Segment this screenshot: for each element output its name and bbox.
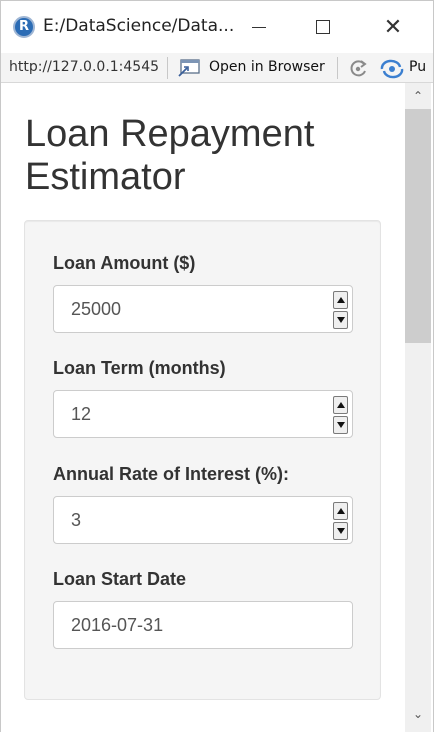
app-window: R E:/DataScience/Data... ✕ http://127.0.… xyxy=(0,0,434,732)
open-in-browser-button[interactable]: Open in Browser xyxy=(209,59,325,75)
start-date-input[interactable]: 2016-07-31 xyxy=(53,601,353,649)
loan-term-spinner[interactable] xyxy=(333,396,348,434)
maximize-button[interactable] xyxy=(301,9,345,45)
refresh-icon[interactable] xyxy=(347,58,369,80)
up-arrow-icon xyxy=(336,508,345,514)
viewer-toolbar: http://127.0.0.1:4545 Open in Browser Pu xyxy=(1,53,433,83)
scrollbar-thumb[interactable] xyxy=(405,109,431,343)
up-arrow-icon xyxy=(336,402,345,408)
loan-amount-label: Loan Amount ($) xyxy=(53,253,196,273)
maximize-icon xyxy=(316,20,330,34)
minimize-icon xyxy=(252,26,266,28)
publish-button[interactable]: Pu xyxy=(409,59,426,75)
scroll-down-icon[interactable]: ⌄ xyxy=(411,707,425,721)
r-logo-icon: R xyxy=(13,16,35,38)
loan-amount-input[interactable]: 25000 xyxy=(53,285,353,333)
loan-amount-spinner[interactable] xyxy=(333,291,348,329)
toolbar-divider xyxy=(167,57,168,79)
vertical-scrollbar[interactable]: ⌃ ⌄ xyxy=(405,83,431,732)
scroll-up-icon[interactable]: ⌃ xyxy=(411,89,425,103)
start-date-value: 2016-07-31 xyxy=(71,615,164,635)
up-arrow-icon xyxy=(336,297,345,303)
loan-term-label: Loan Term (months) xyxy=(53,358,226,378)
close-button[interactable]: ✕ xyxy=(371,9,415,45)
url-display: http://127.0.0.1:4545 xyxy=(9,59,160,75)
decrement-button[interactable] xyxy=(333,416,348,434)
page-title: Loan Repayment Estimator xyxy=(25,113,315,198)
title-bar[interactable]: R E:/DataScience/Data... ✕ xyxy=(1,1,433,53)
open-in-browser-icon[interactable] xyxy=(177,59,201,77)
minimize-button[interactable] xyxy=(237,9,281,45)
increment-button[interactable] xyxy=(333,291,348,309)
down-arrow-icon xyxy=(336,422,345,428)
toolbar-divider xyxy=(337,57,338,79)
down-arrow-icon xyxy=(336,528,345,534)
decrement-button[interactable] xyxy=(333,522,348,540)
loan-amount-value: 25000 xyxy=(71,299,122,319)
close-icon: ✕ xyxy=(383,14,403,40)
input-panel: Loan Amount ($) 25000 Loan Term (months)… xyxy=(24,220,381,700)
increment-button[interactable] xyxy=(333,502,348,520)
publish-icon[interactable] xyxy=(379,59,405,79)
loan-term-input[interactable]: 12 xyxy=(53,390,353,438)
app-viewport: Loan Repayment Estimator Loan Amount ($)… xyxy=(1,83,433,732)
interest-rate-input[interactable]: 3 xyxy=(53,496,353,544)
loan-term-value: 12 xyxy=(71,404,92,424)
decrement-button[interactable] xyxy=(333,311,348,329)
interest-rate-value: 3 xyxy=(71,510,82,530)
interest-rate-label: Annual Rate of Interest (%): xyxy=(53,464,290,484)
window-title: E:/DataScience/Data... xyxy=(43,16,235,36)
start-date-label: Loan Start Date xyxy=(53,569,187,589)
down-arrow-icon xyxy=(336,317,345,323)
increment-button[interactable] xyxy=(333,396,348,414)
interest-rate-spinner[interactable] xyxy=(333,502,348,540)
